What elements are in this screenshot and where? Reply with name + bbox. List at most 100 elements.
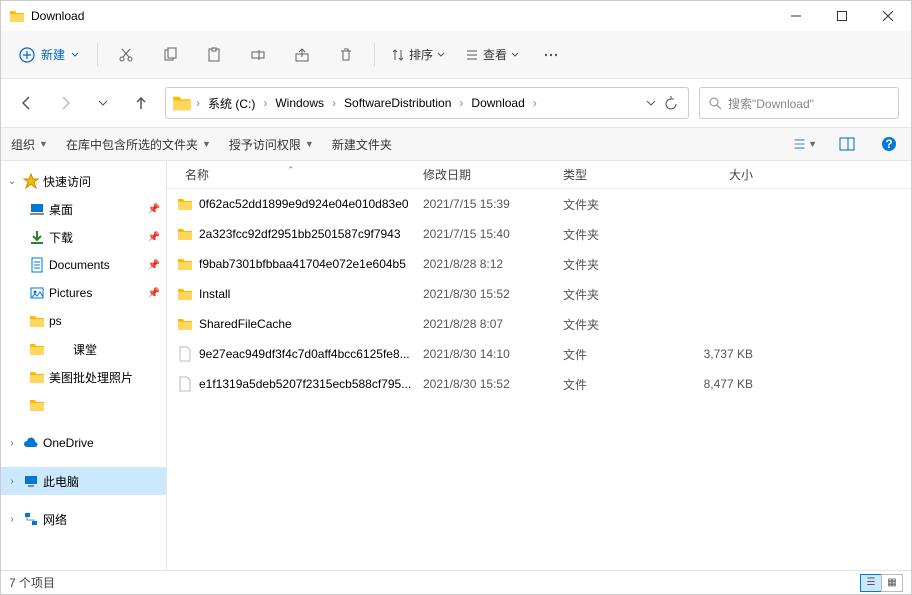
- crumb-item[interactable]: 系统 (C:): [202, 88, 261, 118]
- expand-icon[interactable]: ›: [5, 476, 19, 487]
- crumb-item[interactable]: SoftwareDistribution: [338, 88, 457, 118]
- plus-circle-icon: [19, 47, 35, 63]
- table-row[interactable]: 2a323fcc92df2951bb2501587c9f79432021/7/1…: [167, 219, 911, 249]
- sidebar-item[interactable]: 桌面📌: [1, 195, 166, 223]
- sidebar-onedrive[interactable]: › OneDrive: [1, 429, 166, 457]
- paste-button[interactable]: [194, 37, 234, 73]
- pin-icon: 📌: [148, 260, 160, 271]
- recent-button[interactable]: [89, 89, 117, 117]
- window-title: Download: [31, 9, 84, 23]
- forward-button[interactable]: [51, 89, 79, 117]
- file-type: 文件: [563, 346, 673, 363]
- folder-icon: [9, 8, 25, 24]
- view-button[interactable]: 查看: [457, 40, 527, 69]
- col-size[interactable]: 大小: [673, 166, 773, 183]
- more-button[interactable]: [531, 37, 571, 73]
- col-date[interactable]: 修改日期: [423, 166, 563, 183]
- grant-access-menu[interactable]: 授予访问权限▼: [229, 136, 314, 153]
- file-date: 2021/8/28 8:07: [423, 317, 563, 331]
- file-type: 文件: [563, 376, 673, 393]
- include-library-menu[interactable]: 在库中包含所选的文件夹▼: [66, 136, 211, 153]
- back-button[interactable]: [13, 89, 41, 117]
- organize-bar: 组织▼ 在库中包含所选的文件夹▼ 授予访问权限▼ 新建文件夹 ▼ ?: [1, 127, 911, 161]
- file-pane: 名称⌃ 修改日期 类型 大小 0f62ac52dd1899e9d924e04e0…: [167, 161, 911, 570]
- file-name: 9e27eac949df3f4c7d0aff4bcc6125fe8...: [199, 347, 410, 361]
- file-type: 文件夹: [563, 286, 673, 303]
- sidebar-item[interactable]: Documents📌: [1, 251, 166, 279]
- sidebar-item[interactable]: 课堂: [1, 335, 166, 363]
- folder-icon: [29, 313, 45, 329]
- share-icon: [294, 47, 310, 63]
- share-button[interactable]: [282, 37, 322, 73]
- breadcrumb[interactable]: › 系统 (C:) › Windows › SoftwareDistributi…: [165, 87, 689, 119]
- sidebar-item-label: 桌面: [49, 201, 73, 218]
- up-button[interactable]: [127, 89, 155, 117]
- folder-icon: [172, 93, 192, 113]
- table-row[interactable]: Install2021/8/30 15:52文件夹: [167, 279, 911, 309]
- col-type[interactable]: 类型: [563, 166, 673, 183]
- organize-menu[interactable]: 组织▼: [11, 136, 48, 153]
- expand-icon[interactable]: ⌄: [5, 176, 19, 187]
- search-input[interactable]: 搜索"Download": [699, 87, 899, 119]
- file-name: e1f1319a5deb5207f2315ecb588cf795...: [199, 377, 411, 391]
- rename-button[interactable]: [238, 37, 278, 73]
- thumb-view-button[interactable]: ▦: [881, 574, 903, 592]
- details-view-button[interactable]: ☰: [860, 574, 882, 592]
- file-name: 2a323fcc92df2951bb2501587c9f7943: [199, 227, 401, 241]
- sidebar-item[interactable]: ps: [1, 307, 166, 335]
- sidebar-network[interactable]: › 网络: [1, 505, 166, 533]
- table-row[interactable]: e1f1319a5deb5207f2315ecb588cf795... 2021/…: [167, 369, 911, 399]
- sidebar-item-label: 美图批处理照片: [49, 369, 133, 386]
- sidebar-item[interactable]: [1, 391, 166, 419]
- doc-icon: [29, 257, 45, 273]
- table-row[interactable]: SharedFileCache2021/8/28 8:07文件夹: [167, 309, 911, 339]
- close-button[interactable]: [865, 1, 911, 31]
- view-options-button[interactable]: ▼: [793, 132, 817, 156]
- maximize-button[interactable]: [819, 1, 865, 31]
- minimize-button[interactable]: [773, 1, 819, 31]
- column-headers: 名称⌃ 修改日期 类型 大小: [167, 161, 911, 189]
- chevron-right-icon: ›: [531, 96, 539, 110]
- copy-button[interactable]: [150, 37, 190, 73]
- file-name: 0f62ac52dd1899e9d924e04e010d83e0: [199, 197, 409, 211]
- file-date: 2021/8/30 15:52: [423, 377, 563, 391]
- command-bar: 新建 排序 查看: [1, 31, 911, 79]
- sidebar-quick-access[interactable]: ⌄ 快速访问: [1, 167, 166, 195]
- new-button[interactable]: 新建: [9, 40, 89, 69]
- sidebar-item-label: [49, 397, 85, 414]
- refresh-icon[interactable]: [664, 96, 678, 110]
- delete-button[interactable]: [326, 37, 366, 73]
- sidebar-item[interactable]: 下载📌: [1, 223, 166, 251]
- sidebar-item[interactable]: 美图批处理照片: [1, 363, 166, 391]
- scissors-icon: [118, 47, 134, 63]
- expand-icon[interactable]: ›: [5, 438, 19, 449]
- sidebar: ⌄ 快速访问 桌面📌下载📌Documents📌Pictures📌ps 课堂美图批…: [1, 161, 167, 570]
- crumb-item[interactable]: Download: [465, 88, 530, 118]
- cloud-icon: [23, 435, 39, 451]
- chevron-right-icon: ›: [194, 96, 202, 110]
- sidebar-this-pc[interactable]: › 此电脑: [1, 467, 166, 495]
- new-folder-button[interactable]: 新建文件夹: [332, 136, 392, 153]
- pc-icon: [23, 473, 39, 489]
- cut-button[interactable]: [106, 37, 146, 73]
- status-bar: 7 个项目 ☰ ▦: [1, 570, 911, 594]
- sidebar-item[interactable]: Pictures📌: [1, 279, 166, 307]
- col-name[interactable]: 名称⌃: [167, 166, 423, 183]
- list-icon: [465, 48, 479, 62]
- sort-button[interactable]: 排序: [383, 40, 453, 69]
- file-size: 8,477 KB: [673, 377, 773, 391]
- file-icon: [177, 376, 193, 392]
- expand-icon[interactable]: ›: [5, 514, 19, 525]
- folder-icon: [177, 316, 193, 332]
- table-row[interactable]: 0f62ac52dd1899e9d924e04e010d83e02021/7/1…: [167, 189, 911, 219]
- preview-pane-button[interactable]: [835, 132, 859, 156]
- chevron-down-icon[interactable]: [646, 98, 656, 108]
- help-button[interactable]: ?: [877, 132, 901, 156]
- folder-icon: [177, 196, 193, 212]
- table-row[interactable]: f9bab7301bfbbaa41704e072e1e604b52021/8/2…: [167, 249, 911, 279]
- dots-icon: [543, 47, 559, 63]
- file-size: 3,737 KB: [673, 347, 773, 361]
- titlebar: Download: [1, 1, 911, 31]
- table-row[interactable]: 9e27eac949df3f4c7d0aff4bcc6125fe8...2021…: [167, 339, 911, 369]
- crumb-item[interactable]: Windows: [269, 88, 330, 118]
